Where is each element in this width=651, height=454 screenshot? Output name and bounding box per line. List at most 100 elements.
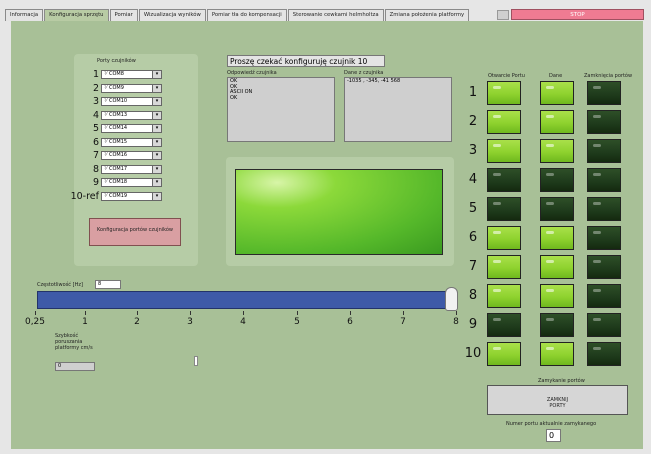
dropdown-arrow-icon: ▾: [152, 98, 161, 105]
visa-resource-icon: ⅟: [104, 138, 107, 145]
closing-port-value: 0: [546, 429, 561, 442]
slider-tick-mark: [190, 311, 191, 315]
led-header-open: Otwarcie Portu: [488, 73, 525, 79]
port-select[interactable]: ⅟ COM14 ▾: [101, 124, 162, 133]
led-data-indicator: [540, 110, 574, 134]
port-select[interactable]: ⅟ COM13 ▾: [101, 110, 162, 120]
port-number-label: 5: [92, 123, 99, 134]
visa-resource-icon: ⅟: [104, 152, 107, 158]
slider-tick-mark: [85, 311, 86, 315]
led-row-label: 10: [464, 346, 482, 361]
led-open-indicator: [487, 110, 521, 134]
response-textbox: OK OK ASCII ON OK: [227, 77, 335, 142]
port-select[interactable]: ⅟ COM9 ▾: [101, 83, 162, 93]
led-row-label: 3: [468, 143, 478, 158]
led-open-indicator: [487, 168, 521, 192]
port-select[interactable]: ⅟ COM18 ▾: [101, 178, 162, 187]
led-row-label: 8: [468, 288, 478, 303]
led-closed-indicator: [587, 197, 621, 221]
tab-konfiguracja-sprzetu[interactable]: Konfiguracja sprzętu: [44, 9, 109, 21]
visa-resource-icon: ⅟: [104, 98, 107, 104]
frequency-slider-track[interactable]: [37, 291, 455, 309]
led-open-indicator: [487, 197, 521, 221]
frequency-input[interactable]: 8: [95, 280, 121, 289]
led-row-label: 7: [468, 259, 478, 274]
tab-pomiar-tla[interactable]: Pomiar tła do kompensacji: [206, 9, 287, 21]
led-row-label: 4: [468, 172, 478, 187]
port-select-value: COM10: [109, 98, 128, 104]
dropdown-arrow-icon: ▾: [152, 125, 161, 132]
dropdown-arrow-icon: ▾: [152, 84, 161, 92]
port-number-label: 8: [92, 163, 99, 175]
close-ports-button[interactable]: ZAMKNIJ PORTY: [487, 385, 628, 415]
visa-resource-icon: ⅟: [104, 71, 107, 77]
slider-tick-mark: [403, 311, 404, 315]
slider-tick-mark: [350, 311, 351, 315]
configure-ports-button[interactable]: Konfiguracja portów czujników: [89, 218, 181, 246]
visa-resource-icon: ⅟: [104, 84, 107, 91]
led-closed-indicator: [587, 255, 621, 279]
led-closed-indicator: [587, 110, 621, 134]
port-select-value: COM15: [109, 138, 128, 145]
visa-resource-icon: ⅟: [104, 179, 107, 185]
port-number-label: 4: [92, 109, 99, 121]
led-data-indicator: [540, 284, 574, 308]
port-select-value: COM9: [109, 84, 124, 91]
application-window: Informacja Konfiguracja sprzętu Pomiar W…: [0, 0, 651, 454]
dropdown-arrow-icon: ▾: [152, 71, 161, 78]
led-closed-indicator: [587, 284, 621, 308]
tab-informacja[interactable]: Informacja: [5, 9, 44, 21]
port-select[interactable]: ⅟ COM15 ▾: [101, 137, 162, 147]
port-select[interactable]: ⅟ COM17 ▾: [101, 164, 162, 174]
led-row-label: 1: [468, 85, 478, 100]
status-message: Proszę czekać konfiguruję czujnik 10: [227, 55, 385, 67]
port-select-value: COM17: [109, 165, 128, 172]
led-row-label: 6: [468, 230, 478, 245]
led-open-indicator: [487, 284, 521, 308]
port-select[interactable]: ⅟ COM8 ▾: [101, 70, 162, 79]
response-label: Odpowiedź czujnika: [227, 70, 277, 76]
tab-wizualizacja-wynikow[interactable]: Wizualizacja wyników: [138, 9, 206, 21]
speed-input[interactable]: 0: [55, 362, 95, 371]
led-closed-indicator: [587, 81, 621, 105]
port-number-label: 7: [92, 150, 99, 161]
port-select[interactable]: ⅟ COM10 ▾: [101, 97, 162, 106]
dropdown-arrow-icon: ▾: [152, 192, 161, 200]
led-open-indicator: [487, 313, 521, 337]
slider-tick-label: 3: [187, 317, 193, 327]
slider-tick-mark: [456, 311, 457, 315]
closing-port-label: Numer portu aktualnie zamykanego: [506, 421, 597, 427]
port-select[interactable]: ⅟ COM19 ▾: [101, 191, 162, 201]
slider-tick-label: 0,25: [24, 317, 46, 327]
dropdown-arrow-icon: ▾: [152, 165, 161, 173]
visa-resource-icon: ⅟: [104, 125, 107, 131]
tab-sterowanie-cewkami[interactable]: Sterowanie cewkami helmholtza: [287, 9, 384, 21]
led-closed-indicator: [587, 342, 621, 366]
tab-zmiana-polozenia[interactable]: Zmiana położenia platformy: [384, 9, 470, 21]
tab-scroll-arrow[interactable]: [497, 10, 509, 20]
stop-button[interactable]: STOP: [511, 9, 644, 20]
led-open-indicator: [487, 342, 521, 366]
led-data-indicator: [540, 168, 574, 192]
led-closed-indicator: [587, 168, 621, 192]
dropdown-arrow-icon: ▾: [152, 179, 161, 186]
dropdown-arrow-icon: ▾: [152, 152, 161, 159]
led-header-data: Dane: [549, 73, 563, 79]
frequency-slider-handle[interactable]: [445, 287, 458, 311]
led-closed-indicator: [587, 313, 621, 337]
port-select-value: COM19: [109, 192, 128, 199]
slider-tick-label: 2: [134, 317, 140, 327]
close-ports-button-label: ZAMKNIJ PORTY: [546, 397, 569, 409]
tab-pomiar[interactable]: Pomiar: [109, 9, 138, 21]
port-select-value: COM8: [109, 71, 124, 77]
port-select-value: COM13: [109, 111, 128, 118]
led-data-indicator: [540, 197, 574, 221]
led-open-indicator: [487, 255, 521, 279]
data-label: Dane z czujnika: [344, 70, 384, 76]
led-open-indicator: [487, 81, 521, 105]
slider-tick-mark: [243, 311, 244, 315]
port-select[interactable]: ⅟ COM16 ▾: [101, 151, 162, 160]
port-number-label: 10-ref: [70, 190, 99, 202]
speed-cursor-marker: [194, 356, 198, 366]
led-header-closed: Zamknięcia portów: [584, 73, 633, 79]
